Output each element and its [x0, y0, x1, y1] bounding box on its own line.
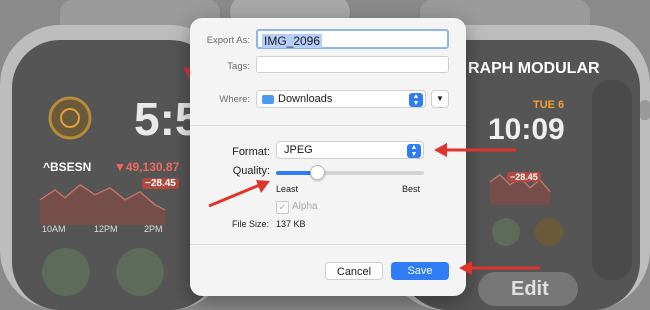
export-dialog: Export As: IMG_2096 Tags: Where: Downloa…: [190, 18, 466, 296]
format-stepper-icon: ▲ ▼: [407, 144, 421, 158]
format-label: Format:: [232, 146, 270, 158]
right-face-title: RAPH MODULAR: [468, 60, 600, 77]
quality-min-label: Least: [276, 184, 299, 194]
file-size-label: File Size:: [232, 219, 270, 229]
chevron-down-icon: ▼: [436, 94, 444, 103]
left-stock-value: ▼49,130.87: [114, 160, 180, 174]
file-size-value: 137 KB: [276, 219, 306, 229]
left-axis-label-3: 2PM: [144, 224, 163, 234]
cancel-button[interactable]: Cancel: [325, 262, 383, 280]
folder-icon: [262, 95, 274, 104]
left-stock-label: ^BSESN: [43, 160, 92, 174]
right-time: 10:09: [488, 113, 565, 146]
where-stepper-icon: ▲ ▼: [409, 93, 423, 107]
format-popup[interactable]: JPEG ▲ ▼: [276, 141, 424, 159]
export-as-label: Export As:: [206, 35, 250, 46]
where-expand-button[interactable]: ▼: [431, 90, 449, 108]
left-axis-label-1: 10AM: [42, 224, 66, 234]
tags-field[interactable]: [256, 56, 449, 73]
quality-slider[interactable]: [276, 165, 424, 181]
where-popup[interactable]: Downloads ▲ ▼: [256, 90, 426, 108]
alpha-checkbox[interactable]: ✓: [276, 201, 289, 214]
export-as-value: IMG_2096: [262, 34, 323, 48]
left-stock-change: −28.45: [142, 178, 179, 189]
save-button[interactable]: Save: [391, 262, 449, 280]
right-edit-button: Edit: [511, 278, 549, 300]
right-change-badge: −28.45: [507, 172, 541, 182]
tags-label: Tags:: [227, 61, 250, 72]
where-value: Downloads: [278, 93, 333, 105]
format-value: JPEG: [284, 144, 313, 156]
left-axis-label-2: 12PM: [94, 224, 118, 234]
quality-label: Quality:: [232, 165, 270, 177]
export-as-field[interactable]: IMG_2096: [256, 29, 449, 49]
divider-bottom: [190, 244, 466, 245]
divider-top: [190, 125, 466, 126]
quality-max-label: Best: [402, 184, 421, 194]
alpha-label: Alpha: [292, 201, 318, 212]
right-date: TUE 6: [533, 99, 565, 111]
where-label: Where:: [219, 94, 250, 105]
quality-slider-knob[interactable]: [309, 165, 325, 180]
